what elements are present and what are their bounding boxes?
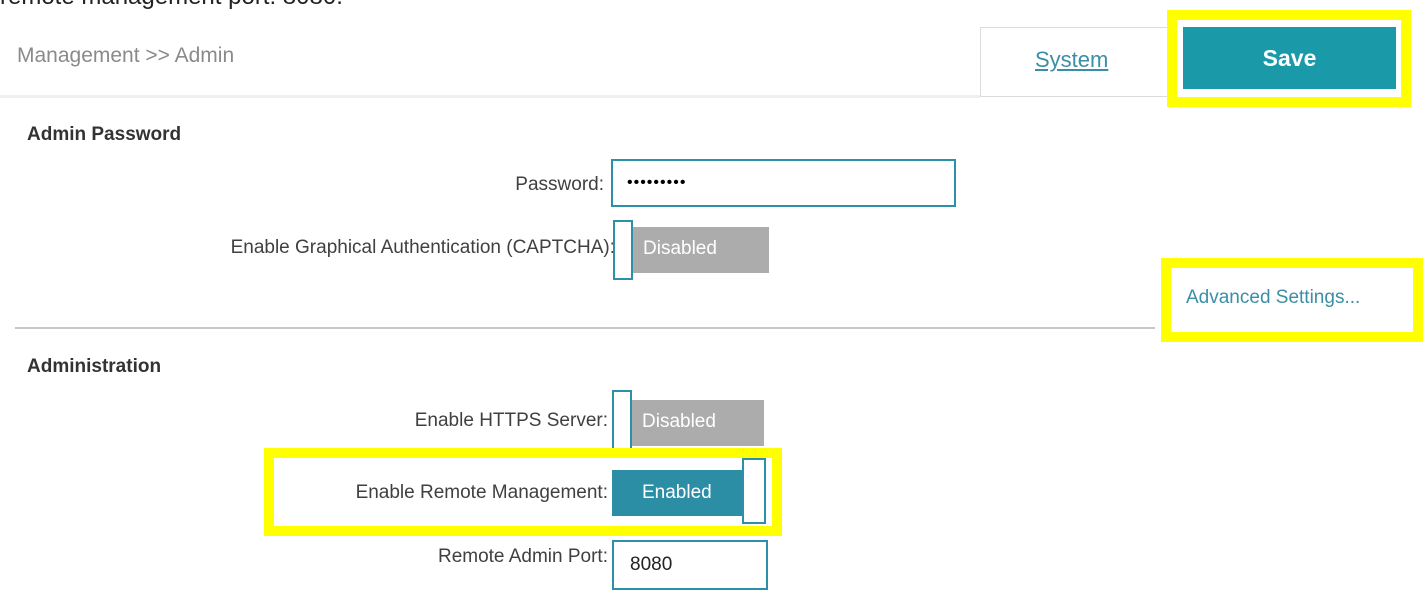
captcha-toggle[interactable]: Disabled [613, 220, 769, 280]
password-label: Password: [515, 174, 604, 195]
highlight-remote-management [264, 448, 782, 536]
header-divider [0, 95, 980, 98]
top-caption: remote management port: 8080. [0, 0, 343, 11]
section-divider [15, 327, 1155, 329]
https-toggle-state: Disabled [642, 411, 716, 432]
https-label: Enable HTTPS Server: [414, 410, 608, 431]
captcha-label: Enable Graphical Authentication (CAPTCHA… [230, 237, 615, 258]
administration-title: Administration [27, 356, 162, 377]
https-toggle[interactable]: Disabled [612, 390, 764, 456]
remote-port-input[interactable] [612, 540, 768, 590]
system-link[interactable]: System [1035, 47, 1108, 73]
highlight-advanced-settings [1161, 258, 1423, 342]
captcha-toggle-state: Disabled [643, 238, 717, 259]
password-input[interactable] [611, 159, 956, 207]
https-toggle-knob [612, 390, 632, 456]
remote-port-label: Remote Admin Port: [437, 546, 608, 567]
admin-password-title: Admin Password [27, 124, 182, 145]
highlight-save [1167, 10, 1411, 107]
captcha-toggle-knob [613, 220, 633, 280]
breadcrumb: Management >> Admin [17, 44, 235, 67]
